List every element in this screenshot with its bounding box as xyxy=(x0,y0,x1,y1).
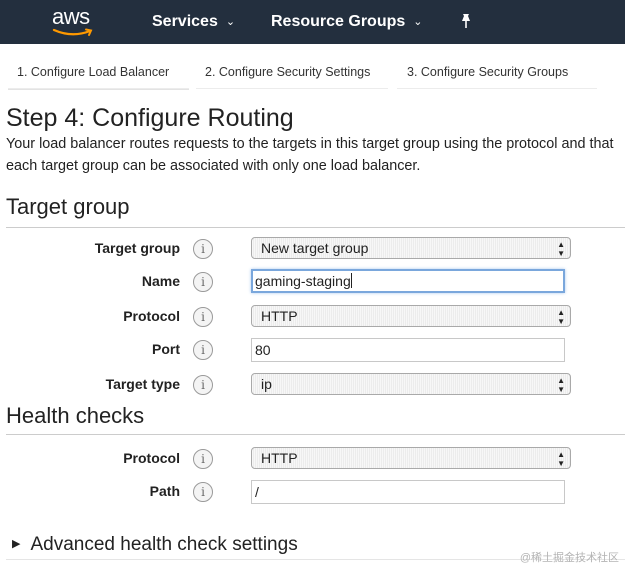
port-label: Port xyxy=(152,341,180,357)
watermark: @稀土掘金技术社区 xyxy=(519,552,619,564)
path-label: Path xyxy=(149,483,180,499)
top-nav-bar: aws Services ⌄ Resource Groups ⌄ xyxy=(0,0,625,44)
target-group-select[interactable]: New target group ▲ ▼ xyxy=(251,237,571,259)
target-type-select[interactable]: ip ▲ ▼ xyxy=(251,373,571,395)
chevron-down-icon: ⌄ xyxy=(413,16,423,28)
name-input-value: gaming-staging xyxy=(255,273,351,289)
aws-logo[interactable]: aws xyxy=(52,6,96,38)
health-checks-section-title: Health checks xyxy=(6,403,145,428)
advanced-health-check-toggle[interactable]: ▶ Advanced health check settings xyxy=(12,533,298,557)
services-label: Services xyxy=(152,13,218,30)
health-protocol-select-value: HTTP xyxy=(261,450,298,466)
select-arrows-icon: ▲ ▼ xyxy=(557,308,565,326)
protocol-label: Protocol xyxy=(123,308,180,324)
section-divider xyxy=(6,434,625,435)
wizard-tab-configure-load-balancer[interactable]: 1. Configure Load Balancer xyxy=(8,56,189,89)
health-protocol-select[interactable]: HTTP ▲ ▼ xyxy=(251,447,571,469)
info-icon[interactable]: i xyxy=(193,272,213,292)
protocol-select[interactable]: HTTP ▲ ▼ xyxy=(251,305,571,327)
info-icon[interactable]: i xyxy=(193,449,213,469)
health-protocol-label: Protocol xyxy=(123,450,180,466)
info-icon[interactable]: i xyxy=(193,482,213,502)
services-menu[interactable]: Services ⌄ xyxy=(152,12,235,32)
chevron-down-icon: ⌄ xyxy=(225,16,236,28)
target-type-select-value: ip xyxy=(261,376,272,392)
section-divider xyxy=(6,227,625,228)
select-arrows-icon: ▲ ▼ xyxy=(557,376,565,394)
page-description: Your load balancer routes requests to th… xyxy=(6,136,614,174)
resource-groups-label: Resource Groups xyxy=(271,13,406,30)
info-icon[interactable]: i xyxy=(193,375,213,395)
select-arrows-icon: ▲ ▼ xyxy=(557,450,565,468)
expand-triangle-icon: ▶ xyxy=(12,538,21,550)
info-icon[interactable]: i xyxy=(193,239,213,259)
text-cursor xyxy=(350,273,352,288)
name-input[interactable]: gaming-staging xyxy=(251,269,565,293)
page-title: Step 4: Configure Routing xyxy=(6,104,294,132)
target-group-section-title: Target group xyxy=(6,194,130,219)
info-icon[interactable]: i xyxy=(193,307,213,327)
aws-logo-text: aws xyxy=(52,4,90,29)
wizard-tab-configure-security-settings[interactable]: 2. Configure Security Settings xyxy=(196,56,388,89)
aws-smile-icon xyxy=(52,28,93,36)
resource-groups-menu[interactable]: Resource Groups ⌄ xyxy=(271,12,422,32)
target-group-select-value: New target group xyxy=(261,240,369,256)
wizard-tab-configure-security-groups[interactable]: 3. Configure Security Groups xyxy=(397,56,597,89)
select-arrows-icon: ▲ ▼ xyxy=(557,240,565,258)
name-label: Name xyxy=(141,273,180,289)
target-group-label: Target group xyxy=(94,240,180,256)
info-icon[interactable]: i xyxy=(193,340,213,360)
target-type-label: Target type xyxy=(105,376,180,392)
path-input[interactable]: / xyxy=(251,480,565,504)
pin-icon[interactable] xyxy=(458,12,474,32)
protocol-select-value: HTTP xyxy=(261,308,298,324)
advanced-health-check-label: Advanced health check settings xyxy=(30,534,298,555)
port-input[interactable]: 80 xyxy=(251,338,565,362)
